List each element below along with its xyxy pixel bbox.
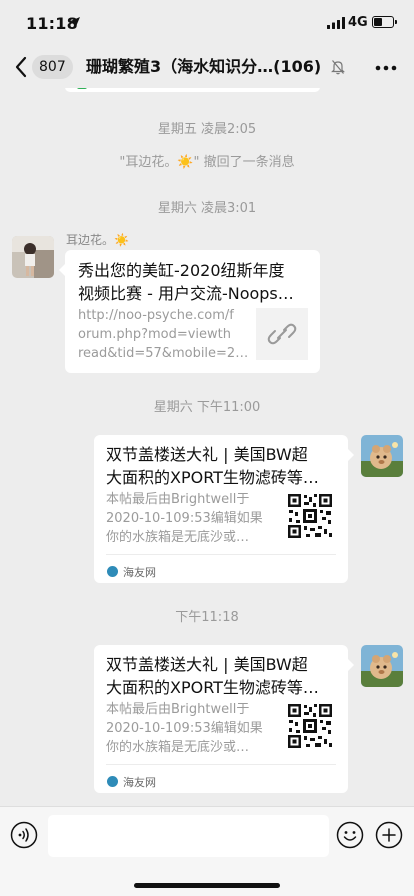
- timestamp: 星期六 下午11:00: [153, 400, 261, 415]
- source-logo-icon: [107, 776, 118, 787]
- timestamp: 下午11:18: [175, 610, 239, 625]
- article-summary: 本帖最后由Brightwell于 2020-10-109:53编辑如果 你的水族…: [106, 492, 263, 545]
- emoji-icon[interactable]: [336, 821, 364, 849]
- my-avatar[interactable]: [361, 645, 403, 687]
- article-title: 双节盖楼送大礼 | 美国BW超 大面积的XPORT生物滤砖等…: [106, 445, 319, 487]
- message-list[interactable]: 星期五 凌晨2:05 "耳边花。☀️" 撤回了一条消息 星期六 凌晨3:01 耳…: [0, 88, 414, 806]
- my-avatar[interactable]: [361, 435, 403, 477]
- chat-title: 珊瑚繁殖3（海水知识分…(106): [86, 57, 322, 76]
- link-url: http://noo-psyche.com/f orum.php?mod=vie…: [78, 308, 249, 361]
- article-title: 双节盖楼送大礼 | 美国BW超 大面积的XPORT生物滤砖等…: [106, 655, 319, 697]
- network-type: 4G: [348, 15, 368, 30]
- battery-icon: [372, 16, 397, 28]
- qr-code-thumbnail: [287, 703, 333, 749]
- article-summary: 本帖最后由Brightwell于 2020-10-109:53编辑如果 你的水族…: [106, 702, 263, 755]
- article-source: 海友网: [123, 776, 156, 789]
- partial-message-card[interactable]: [65, 88, 320, 92]
- more-functions-plus-icon[interactable]: [375, 821, 403, 849]
- link-message-card[interactable]: 秀出您的美缸-2020纽斯年度 视频比赛 - 用户交流-Noops… http:…: [59, 250, 320, 373]
- more-options-icon[interactable]: [375, 65, 397, 71]
- timestamp: 星期五 凌晨2:05: [157, 122, 257, 137]
- home-indicator[interactable]: [134, 883, 280, 888]
- back-chevron-icon[interactable]: [14, 56, 28, 78]
- cellular-signal-icon: [327, 17, 345, 29]
- location-arrow-icon: [70, 17, 80, 27]
- article-message-card[interactable]: 双节盖楼送大礼 | 美国BW超 大面积的XPORT生物滤砖等… 本帖最后由Bri…: [94, 435, 354, 583]
- back-unread-count[interactable]: 807: [32, 55, 73, 79]
- link-title: 秀出您的美缸-2020纽斯年度 视频比赛 - 用户交流-Noops…: [78, 261, 294, 303]
- sender-name: 耳边花。☀️: [66, 233, 129, 247]
- article-source: 海友网: [123, 566, 156, 579]
- message-input[interactable]: [48, 815, 329, 857]
- recall-notice: "耳边花。☀️" 撤回了一条消息: [119, 155, 295, 170]
- source-logo-icon: [107, 566, 118, 577]
- input-bar: [0, 806, 414, 896]
- article-message-card[interactable]: 双节盖楼送大礼 | 美国BW超 大面积的XPORT生物滤砖等… 本帖最后由Bri…: [94, 645, 354, 793]
- qr-code-thumbnail: [287, 493, 333, 539]
- chat-header: 807 珊瑚繁殖3（海水知识分…(106): [0, 46, 414, 88]
- link-icon: [267, 323, 297, 345]
- timestamp: 星期六 凌晨3:01: [157, 201, 257, 216]
- link-thumbnail: [256, 308, 308, 360]
- status-bar: 11:18 4G: [0, 0, 414, 46]
- sender-avatar[interactable]: [12, 236, 54, 278]
- mute-bell-icon: [331, 60, 345, 75]
- voice-input-icon[interactable]: [10, 821, 38, 849]
